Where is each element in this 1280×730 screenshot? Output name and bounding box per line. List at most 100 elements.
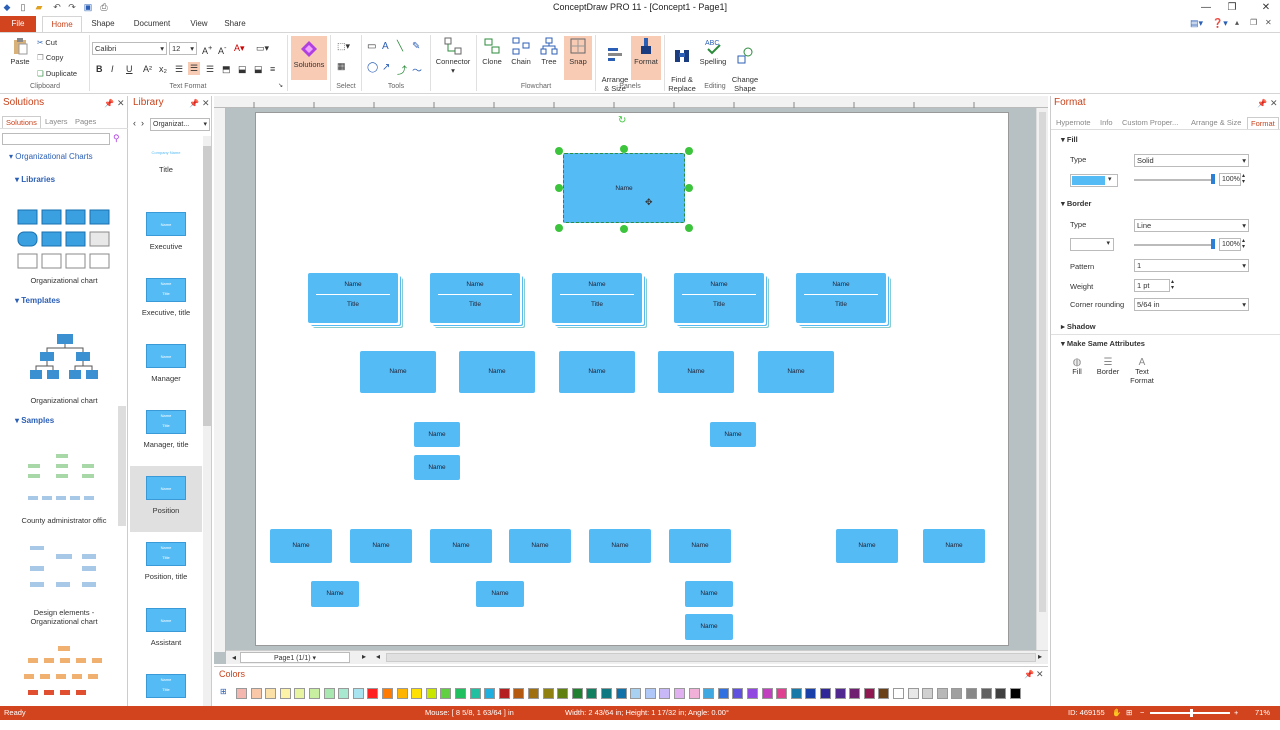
color-swatch[interactable]	[834, 688, 846, 699]
color-swatch[interactable]	[279, 688, 291, 699]
color-swatch[interactable]	[863, 688, 875, 699]
org-node[interactable]: Name	[669, 529, 731, 563]
zoom-out-icon[interactable]: −	[1140, 706, 1144, 720]
template-thumbnail[interactable]	[28, 332, 102, 382]
print-preview-icon[interactable]: ⎙	[99, 2, 109, 13]
color-swatch[interactable]	[440, 688, 452, 699]
freehand-tool-icon[interactable]: 〜	[412, 62, 422, 77]
color-swatch[interactable]	[966, 688, 977, 699]
scroll-thumb[interactable]	[203, 146, 211, 426]
italic-icon[interactable]: I	[111, 64, 114, 74]
save-icon[interactable]: ▣	[83, 2, 93, 13]
panel-close-icon[interactable]: ✕	[202, 98, 210, 109]
corner-rounding-select[interactable]: 5/64 in ▾	[1134, 298, 1249, 311]
color-swatch[interactable]	[557, 688, 569, 699]
sample-thumbnail[interactable]	[22, 644, 106, 700]
connector-button[interactable]: Connector ▾	[433, 37, 473, 75]
cut-button[interactable]: ✂ Cut	[37, 38, 57, 47]
org-node[interactable]: Name	[758, 351, 834, 393]
align-center-icon[interactable]: ☰	[188, 62, 201, 75]
library-item-executive-title[interactable]: Name Title Executive, title	[130, 268, 202, 334]
prev-page-icon[interactable]: ◂	[232, 653, 236, 662]
panel-close-icon[interactable]: ✕	[117, 98, 125, 109]
org-node[interactable]: Name	[430, 529, 492, 563]
org-node[interactable]: Name Title	[552, 273, 642, 323]
font-size-select[interactable]: 12 ▾	[169, 42, 197, 55]
org-node[interactable]: Name	[414, 422, 460, 447]
open-icon[interactable]: ▰	[34, 2, 44, 13]
tab-pages[interactable]: Pages	[72, 116, 99, 128]
doc-restore-icon[interactable]: ❐	[1250, 18, 1257, 27]
color-swatch[interactable]	[659, 688, 671, 699]
org-node[interactable]: Name Title	[796, 273, 886, 323]
make-same-section-header[interactable]: ▾ Make Same Attributes	[1061, 339, 1145, 348]
underline-icon[interactable]: U	[126, 64, 133, 74]
color-swatch[interactable]	[878, 688, 890, 699]
new-icon[interactable]: ▯	[18, 2, 28, 13]
fill-section-header[interactable]: ▾ Fill	[1061, 135, 1078, 144]
tab-file[interactable]: File	[0, 16, 36, 32]
templates-node[interactable]: ▾ Templates	[15, 296, 60, 305]
spinner-icon[interactable]: ▴ ▾	[1171, 279, 1174, 291]
tab-hypernote[interactable]: Hypernote	[1053, 117, 1094, 129]
color-swatch[interactable]	[571, 688, 583, 699]
pin-icon[interactable]: 📌	[1257, 99, 1267, 108]
fill-color-picker[interactable]: ▾	[1070, 174, 1118, 187]
dialog-launcher-icon[interactable]: ↘	[278, 82, 283, 89]
color-picker-icon[interactable]: ⊞	[220, 687, 227, 696]
tree-root[interactable]: ▾ Organizational Charts	[9, 152, 93, 161]
color-swatch[interactable]	[469, 688, 481, 699]
color-swatch[interactable]	[907, 688, 919, 699]
color-swatch[interactable]	[761, 688, 773, 699]
scroll-right-icon[interactable]: ▸	[1038, 652, 1042, 661]
color-swatch[interactable]	[732, 688, 744, 699]
resize-handle[interactable]	[620, 225, 628, 233]
fit-page-icon[interactable]: ⊞	[1126, 706, 1132, 720]
color-swatch[interactable]	[922, 688, 934, 699]
color-swatch[interactable]	[849, 688, 861, 699]
color-swatch[interactable]	[805, 688, 817, 699]
library-scrollbar[interactable]	[203, 136, 211, 706]
doc-close-icon[interactable]: ✕	[1265, 18, 1272, 27]
org-node[interactable]: Name	[414, 455, 460, 480]
text-tool-icon[interactable]: A	[382, 41, 389, 52]
libraries-node[interactable]: ▾ Libraries	[15, 175, 55, 184]
align-right-icon[interactable]: ☰	[206, 64, 214, 75]
zoom-in-icon[interactable]: +	[1234, 706, 1238, 720]
undo-icon[interactable]: ↶	[52, 2, 62, 13]
color-swatch[interactable]	[790, 688, 802, 699]
org-node[interactable]: Name Title	[430, 273, 520, 323]
color-swatch[interactable]	[265, 688, 277, 699]
slider-thumb[interactable]	[1211, 174, 1215, 184]
rotate-handle-icon[interactable]: ↻	[618, 115, 626, 126]
spinner-icon[interactable]: ▴ ▾	[1242, 173, 1245, 185]
library-item-assistant[interactable]: Name Assistant	[130, 598, 202, 664]
library-item-position[interactable]: Name Position	[130, 466, 202, 532]
color-swatch[interactable]	[338, 688, 350, 699]
color-swatch[interactable]	[601, 688, 612, 699]
font-color-icon[interactable]: A▾	[234, 43, 245, 54]
bold-icon[interactable]: B	[96, 64, 103, 74]
tab-layers[interactable]: Layers	[42, 116, 71, 128]
color-swatch[interactable]	[542, 688, 554, 699]
select-tool-icon[interactable]: ⬚▾	[337, 41, 350, 52]
sample-thumbnail[interactable]	[26, 452, 104, 504]
color-swatch[interactable]	[980, 688, 992, 699]
color-swatch[interactable]	[367, 688, 379, 699]
scroll-left-icon[interactable]: ◂	[376, 652, 380, 661]
pin-icon[interactable]: 📌	[104, 99, 114, 108]
rectangle-tool-icon[interactable]: ▭	[367, 41, 376, 52]
solutions-search-input[interactable]	[2, 133, 110, 145]
color-swatch[interactable]	[236, 688, 247, 699]
text-direction-icon[interactable]: ≡	[270, 64, 275, 74]
color-swatch[interactable]	[688, 688, 700, 699]
org-node[interactable]: Name	[350, 529, 412, 563]
close-button[interactable]: ✕	[1256, 0, 1276, 16]
redo-icon[interactable]: ↷	[67, 2, 77, 13]
org-node[interactable]: Name Title	[674, 273, 764, 323]
arrow-tool-icon[interactable]: ↗	[382, 62, 390, 73]
align-top-icon[interactable]: ⬒	[222, 64, 231, 75]
library-dropdown[interactable]: Organizat... ▾	[150, 118, 210, 131]
samples-node[interactable]: ▾ Samples	[15, 416, 54, 425]
color-swatch[interactable]	[528, 688, 539, 699]
